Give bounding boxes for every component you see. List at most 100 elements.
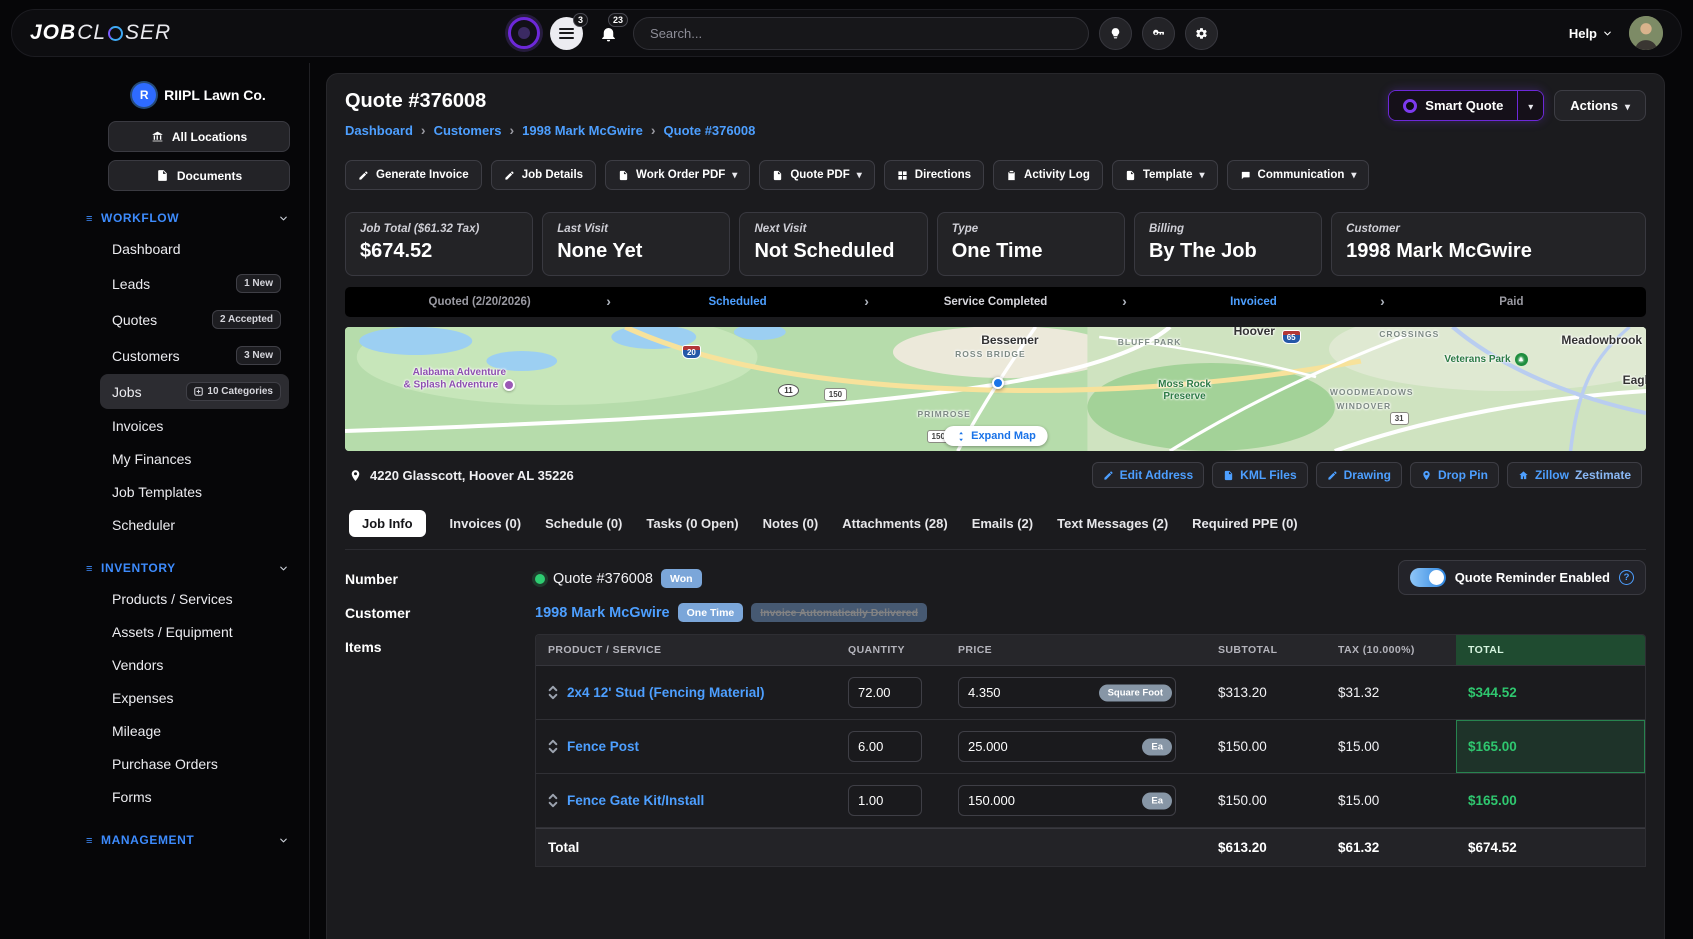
key-button[interactable] <box>1142 17 1175 50</box>
map-pin-icon <box>1421 470 1432 481</box>
tab-schedule[interactable]: Schedule (0) <box>545 516 622 531</box>
quick-list-button[interactable]: 3 <box>550 17 583 50</box>
quote-reminder-toggle[interactable] <box>1410 568 1446 587</box>
section-workflow[interactable]: WORKFLOW <box>86 211 289 225</box>
section-management-label: MANAGEMENT <box>101 833 194 847</box>
plus-square-icon <box>194 387 203 396</box>
settings-button[interactable] <box>1185 17 1218 50</box>
caret-down-icon <box>857 169 862 181</box>
sidebar-item-quotes[interactable]: Quotes2 Accepted <box>100 302 289 337</box>
all-locations-button[interactable]: All Locations <box>108 121 290 152</box>
sidebar-item-my-finances[interactable]: My Finances <box>100 443 289 475</box>
tab-notes[interactable]: Notes (0) <box>763 516 819 531</box>
topbar-center: 3 23 <box>508 17 1218 50</box>
smart-quote-button[interactable]: Smart Quote <box>1389 91 1517 120</box>
items-table: PRODUCT / SERVICE QUANTITY PRICE SUBTOTA… <box>535 634 1646 867</box>
quantity-input[interactable] <box>848 785 922 816</box>
sidebar-item-invoices[interactable]: Invoices <box>100 410 289 442</box>
logo[interactable]: JOB CL SER <box>30 21 171 45</box>
row-move-up-button[interactable] <box>548 739 558 746</box>
sidebar-item-assets-equipment[interactable]: Assets / Equipment <box>100 616 289 648</box>
col-price: PRICE <box>946 635 1206 665</box>
customer-link[interactable]: 1998 Mark McGwire <box>535 605 670 621</box>
sidebar-item-mileage[interactable]: Mileage <box>100 715 289 747</box>
invoice-delivery-badge: Invoice Automatically Delivered <box>751 603 927 622</box>
adventure-line2: & Splash Adventure <box>404 379 499 390</box>
sidebar-item-forms[interactable]: Forms <box>100 781 289 813</box>
key-icon <box>1152 27 1165 40</box>
breadcrumb-quote[interactable]: Quote #376008 <box>664 123 756 138</box>
job-details-button[interactable]: Job Details <box>491 160 596 190</box>
tab-emails[interactable]: Emails (2) <box>972 516 1033 531</box>
section-management[interactable]: MANAGEMENT <box>86 833 289 847</box>
breadcrumb-customers[interactable]: Customers <box>434 123 502 138</box>
bulb-button[interactable] <box>1099 17 1132 50</box>
breadcrumb-dashboard[interactable]: Dashboard <box>345 123 413 138</box>
status-ring-icon[interactable] <box>508 17 540 49</box>
generate-invoice-button[interactable]: Generate Invoice <box>345 160 482 190</box>
list-icon <box>559 28 574 39</box>
chevron-down-icon <box>278 213 289 224</box>
tab-tasks[interactable]: Tasks (0 Open) <box>646 516 738 531</box>
edit-address-button[interactable]: Edit Address <box>1092 462 1205 488</box>
row-move-down-button[interactable] <box>548 801 558 808</box>
help-circle-icon[interactable] <box>1619 570 1634 585</box>
row-move-up-button[interactable] <box>548 685 558 692</box>
stat-cards: Job Total ($61.32 Tax)$674.52 Last Visit… <box>345 212 1646 276</box>
quantity-input[interactable] <box>848 677 922 708</box>
communication-button[interactable]: Communication <box>1227 160 1370 190</box>
tab-job-info[interactable]: Job Info <box>349 510 426 537</box>
drawing-button[interactable]: Drawing <box>1316 462 1402 488</box>
row-move-up-button[interactable] <box>548 793 558 800</box>
total-tax: $61.32 <box>1326 829 1456 866</box>
tab-text-messages[interactable]: Text Messages (2) <box>1057 516 1168 531</box>
sidebar-item-jobs[interactable]: Jobs 10 Categories <box>100 374 289 409</box>
drop-pin-button[interactable]: Drop Pin <box>1410 462 1499 488</box>
quote-pdf-button[interactable]: Quote PDF <box>759 160 874 190</box>
product-link[interactable]: Fence Gate Kit/Install <box>567 793 704 808</box>
quantity-input[interactable] <box>848 731 922 762</box>
section-inventory[interactable]: INVENTORY <box>86 561 289 575</box>
company[interactable]: R RIIPL Lawn Co. <box>108 83 290 107</box>
sidebar-item-scheduler[interactable]: Scheduler <box>100 509 289 541</box>
one-time-badge: One Time <box>678 603 744 622</box>
search-input[interactable] <box>633 17 1089 50</box>
template-button[interactable]: Template <box>1112 160 1218 190</box>
work-order-pdf-button[interactable]: Work Order PDF <box>605 160 750 190</box>
actions-button[interactable]: Actions <box>1554 90 1646 121</box>
row-move-down-button[interactable] <box>548 693 558 700</box>
list-badge: 3 <box>573 13 588 27</box>
address-actions: Edit Address KML Files Drawing Drop Pin … <box>1092 462 1642 488</box>
product-link[interactable]: 2x4 12' Stud (Fencing Material) <box>567 685 765 700</box>
breadcrumb-customer[interactable]: 1998 Mark McGwire <box>522 123 643 138</box>
user-avatar[interactable] <box>1629 16 1663 50</box>
product-link[interactable]: Fence Post <box>567 739 639 754</box>
logo-text-cl: CL <box>77 21 106 45</box>
kml-files-button[interactable]: KML Files <box>1212 462 1307 488</box>
activity-log-button[interactable]: Activity Log <box>993 160 1103 190</box>
expand-map-button[interactable]: Expand Map <box>943 426 1048 446</box>
sidebar-item-job-templates[interactable]: Job Templates <box>100 476 289 508</box>
sidebar-item-dashboard[interactable]: Dashboard <box>100 233 289 265</box>
sidebar-item-purchase-orders[interactable]: Purchase Orders <box>100 748 289 780</box>
road-shield-11: 11 <box>778 384 798 397</box>
row-move-down-button[interactable] <box>548 747 558 754</box>
nav-label: Customers <box>112 348 180 364</box>
notifications-button[interactable]: 23 <box>593 17 623 50</box>
smart-quote-dropdown[interactable] <box>1517 91 1543 120</box>
zillow-zestimate-button[interactable]: ZillowZestimate <box>1507 462 1642 488</box>
help-menu[interactable]: Help <box>1569 26 1613 41</box>
sidebar-item-expenses[interactable]: Expenses <box>100 682 289 714</box>
tab-invoices[interactable]: Invoices (0) <box>450 516 522 531</box>
tab-required-ppe[interactable]: Required PPE (0) <box>1192 516 1297 531</box>
sidebar-item-vendors[interactable]: Vendors <box>100 649 289 681</box>
jobs-badge-label: 10 Categories <box>207 386 273 397</box>
sidebar-item-products-services[interactable]: Products / Services <box>100 583 289 615</box>
map-label-veterans-park: Veterans Park▲ <box>1444 353 1527 366</box>
sidebar-item-leads[interactable]: Leads1 New <box>100 266 289 301</box>
map[interactable]: Bessemer ROSS BRIDGE BLUFF PARK Hoover C… <box>345 327 1646 451</box>
documents-button[interactable]: Documents <box>108 160 290 191</box>
tab-attachments[interactable]: Attachments (28) <box>842 516 947 531</box>
directions-button[interactable]: Directions <box>884 160 984 190</box>
sidebar-item-customers[interactable]: Customers3 New <box>100 338 289 373</box>
